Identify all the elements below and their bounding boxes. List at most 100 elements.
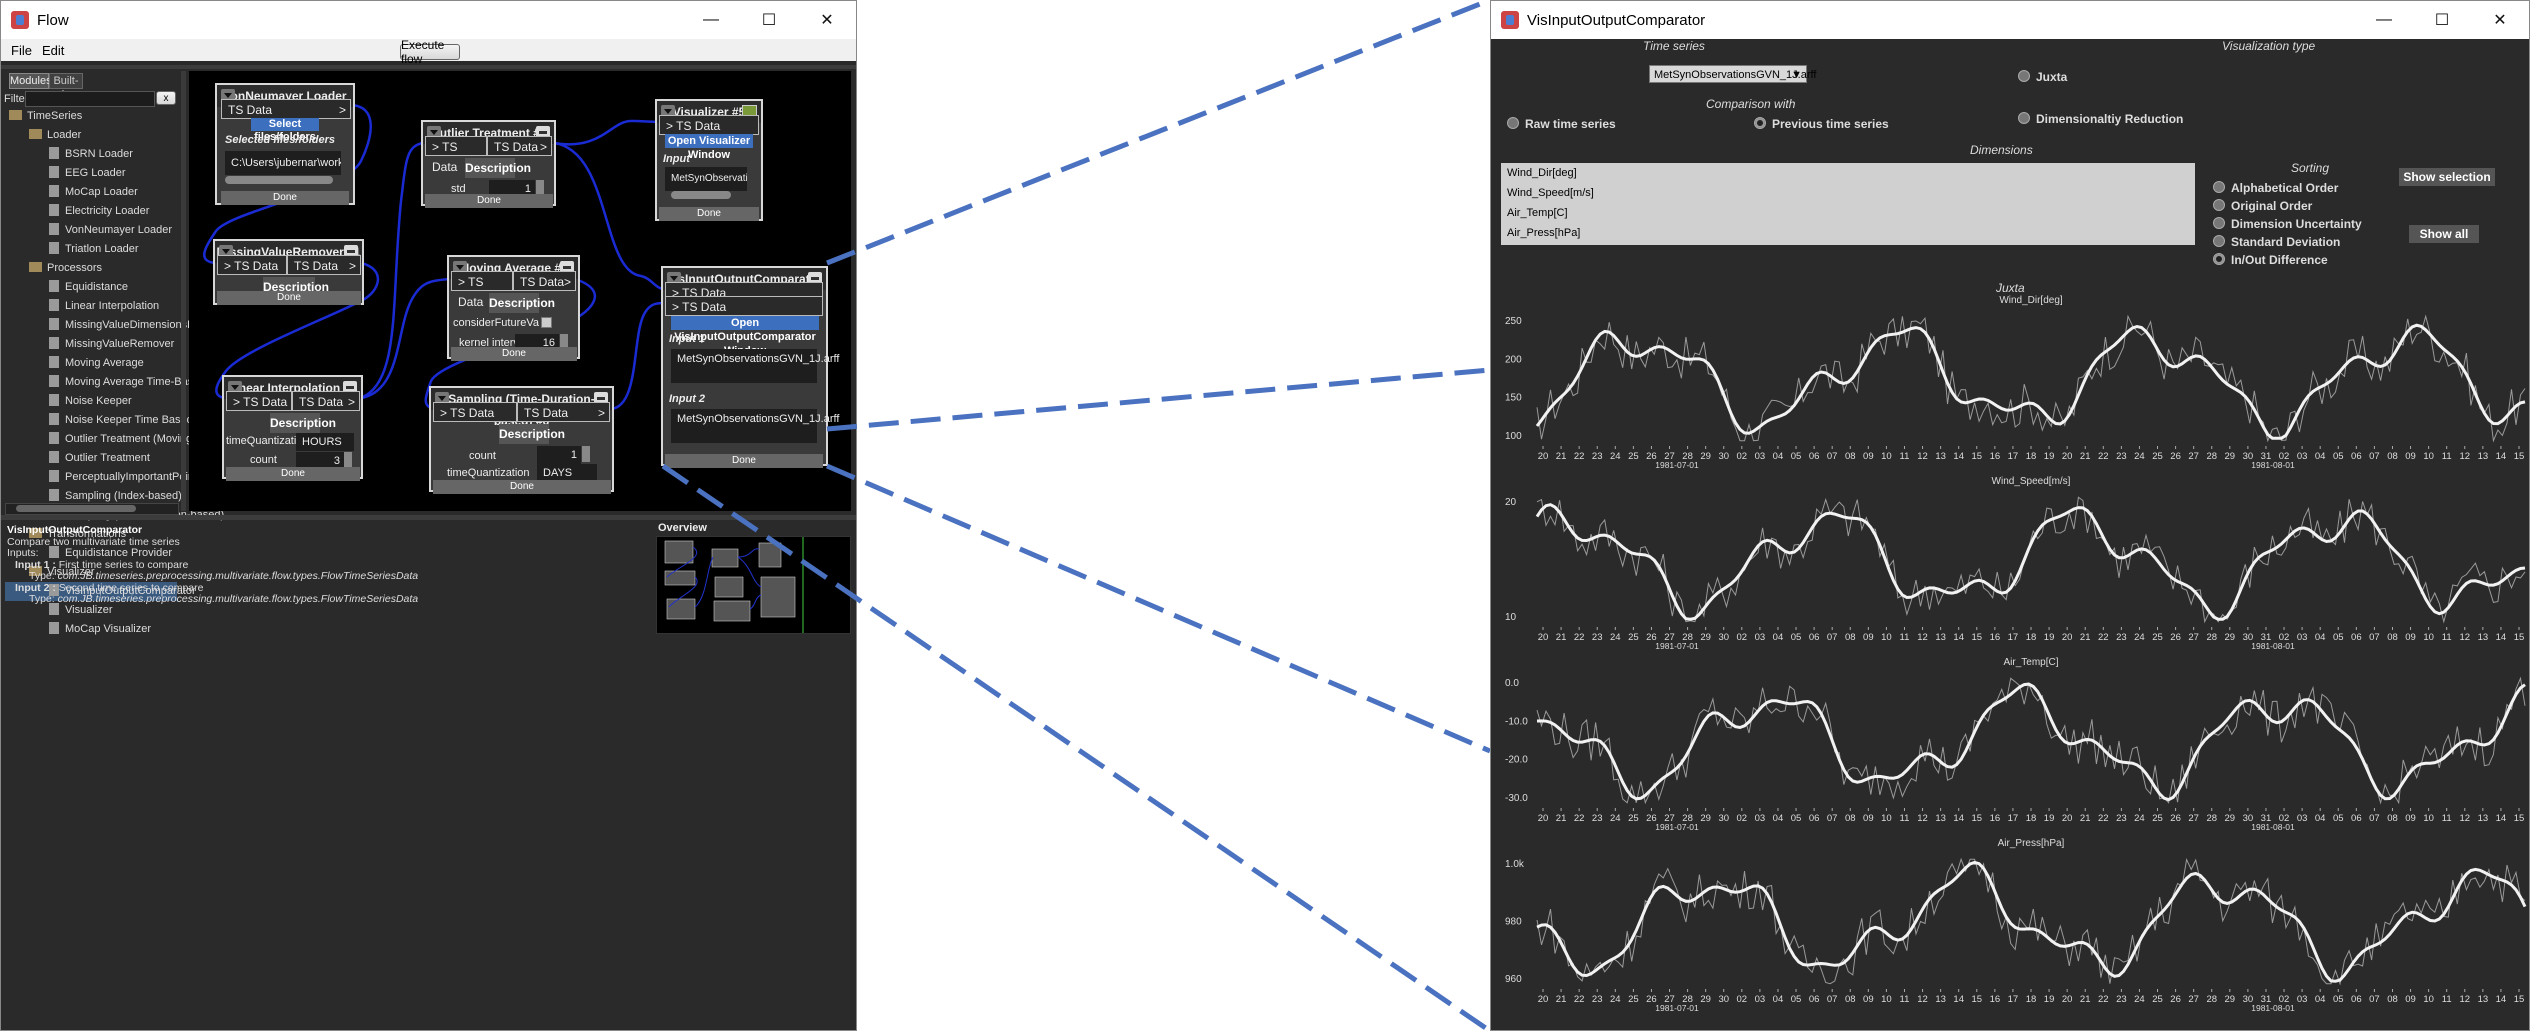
x-tick-label: 24: [1610, 813, 1621, 824]
x-tick-label: 21: [2080, 451, 2091, 462]
x-tick-label: 23: [1592, 813, 1603, 824]
dimension-item[interactable]: Air_Temp[C]: [1507, 207, 1568, 219]
radio-dimred[interactable]: Dimensionaltiy Reduction: [2018, 112, 2183, 126]
x-tick-label: 25: [2152, 813, 2163, 824]
sorting-options: Alphabetical Order Original Order Dimens…: [2213, 181, 2362, 271]
sort-option-label: Dimension Uncertainty: [2231, 217, 2362, 231]
y-tick-label: 150: [1505, 393, 1522, 404]
vis-type-label: Visualization type: [2222, 39, 2316, 53]
sort-standard-deviation[interactable]: Standard Deviation: [2213, 235, 2362, 253]
minimize-icon[interactable]: —: [2355, 1, 2413, 39]
x-tick-label: 26: [2170, 632, 2181, 643]
sort-option-label: Alphabetical Order: [2231, 181, 2339, 195]
dimension-item[interactable]: Wind_Dir[deg]: [1507, 167, 1577, 179]
sort-alphabetical[interactable]: Alphabetical Order: [2213, 181, 2362, 199]
x-tick-label: 26: [2170, 994, 2181, 1005]
month-label: 1981-08-01: [2251, 1003, 2295, 1013]
x-tick-label: 16: [1990, 632, 2001, 643]
dimension-item[interactable]: Air_Press[hPa]: [1507, 227, 1580, 239]
sort-dimension-uncertainty[interactable]: Dimension Uncertainty: [2213, 217, 2362, 235]
x-tick-label: 09: [2405, 813, 2416, 824]
sort-option-label: Standard Deviation: [2231, 235, 2341, 249]
x-tick-label: 15: [2514, 451, 2525, 462]
x-tick-label: 06: [1809, 451, 1820, 462]
x-tick-label: 18: [2026, 994, 2037, 1005]
x-tick-label: 15: [1971, 813, 1982, 824]
x-tick-label: 22: [1574, 451, 1585, 462]
show-all-button[interactable]: Show all: [2409, 225, 2479, 243]
raw-series-line: [1536, 496, 2526, 624]
x-tick-label: 05: [1791, 994, 1802, 1005]
sort-inout-difference[interactable]: In/Out Difference: [2213, 253, 2362, 271]
x-tick-label: 03: [2297, 994, 2308, 1005]
chart-title: Wind_Dir[deg]: [1999, 295, 2063, 306]
x-tick-label: 12: [2459, 632, 2470, 643]
maximize-icon[interactable]: ☐: [2413, 1, 2471, 39]
x-tick-label: 02: [1737, 994, 1748, 1005]
x-tick-label: 07: [2369, 813, 2380, 824]
x-tick-label: 22: [2098, 813, 2109, 824]
x-tick-label: 04: [1773, 632, 1784, 643]
chart-title: Air_Temp[C]: [2003, 657, 2058, 668]
x-tick-label: 07: [2369, 451, 2380, 462]
x-tick-label: 13: [1935, 994, 1946, 1005]
x-tick-label: 15: [1971, 451, 1982, 462]
dimensions-list[interactable]: Wind_Dir[deg] Wind_Speed[m/s] Air_Temp[C…: [1501, 163, 2195, 245]
sort-original[interactable]: Original Order: [2213, 199, 2362, 217]
radio-selected-icon: [1754, 117, 1766, 129]
time-series-dropdown[interactable]: MetSynObservationsGVN_1J.arff ▼: [1649, 65, 1816, 83]
x-tick-label: 29: [1700, 813, 1711, 824]
x-tick-label: 30: [1718, 994, 1729, 1005]
radio-juxta[interactable]: Juxta: [2018, 70, 2067, 84]
x-tick-label: 10: [2423, 994, 2434, 1005]
dimension-item[interactable]: Wind_Speed[m/s]: [1507, 187, 1594, 199]
y-tick-label: 960: [1505, 974, 1522, 985]
close-icon[interactable]: ✕: [2471, 1, 2529, 39]
x-tick-label: 16: [1990, 813, 2001, 824]
x-tick-label: 11: [2442, 632, 2452, 643]
x-tick-label: 14: [1953, 813, 1964, 824]
y-tick-label: 980: [1505, 917, 1522, 928]
x-tick-label: 21: [1556, 451, 1567, 462]
x-tick-label: 17: [2008, 451, 2019, 462]
x-tick-label: 13: [2478, 813, 2489, 824]
x-tick-label: 20: [1538, 813, 1549, 824]
x-tick-label: 09: [1863, 451, 1874, 462]
juxta-charts[interactable]: Wind_Dir[deg] 250 200 150 100 20 21 22 23 24 25 26 2…: [1491, 291, 2529, 1031]
x-tick-label: 24: [2134, 994, 2145, 1005]
x-tick-label: 06: [2351, 813, 2362, 824]
raw-series-line: [1536, 857, 2526, 986]
x-tick-label: 15: [2514, 632, 2525, 643]
x-tick-label: 22: [1574, 813, 1585, 824]
x-tick-label: 07: [1827, 632, 1838, 643]
radio-icon: [2213, 199, 2225, 211]
java-app-icon: [1501, 11, 1519, 29]
x-tick-label: 23: [1592, 632, 1603, 643]
x-tick-label: 25: [1628, 994, 1639, 1005]
x-tick-label: 21: [1556, 632, 1567, 643]
x-tick-label: 21: [2080, 994, 2091, 1005]
x-tick-label: 16: [1990, 451, 2001, 462]
x-tick-label: 02: [1737, 451, 1748, 462]
x-tick-label: 24: [2134, 813, 2145, 824]
x-tick-label: 23: [1592, 451, 1603, 462]
x-tick-label: 05: [2333, 632, 2344, 643]
month-label: 1981-08-01: [2251, 460, 2295, 470]
x-tick-label: 09: [1863, 632, 1874, 643]
radio-raw[interactable]: Raw time series: [1507, 117, 1616, 131]
x-tick-label: 19: [2044, 451, 2055, 462]
radio-previous[interactable]: Previous time series: [1754, 117, 1889, 131]
show-selection-button[interactable]: Show selection: [2399, 168, 2495, 186]
x-tick-label: 08: [2387, 451, 2398, 462]
x-tick-label: 16: [1990, 994, 2001, 1005]
x-tick-label: 03: [2297, 813, 2308, 824]
x-tick-label: 09: [1863, 994, 1874, 1005]
x-tick-label: 21: [1556, 994, 1567, 1005]
x-tick-label: 28: [2206, 994, 2217, 1005]
x-tick-label: 06: [1809, 994, 1820, 1005]
x-tick-label: 23: [2116, 994, 2127, 1005]
radio-icon: [2213, 217, 2225, 229]
x-tick-label: 10: [1881, 994, 1892, 1005]
x-tick-label: 06: [2351, 632, 2362, 643]
x-tick-label: 29: [2225, 994, 2236, 1005]
